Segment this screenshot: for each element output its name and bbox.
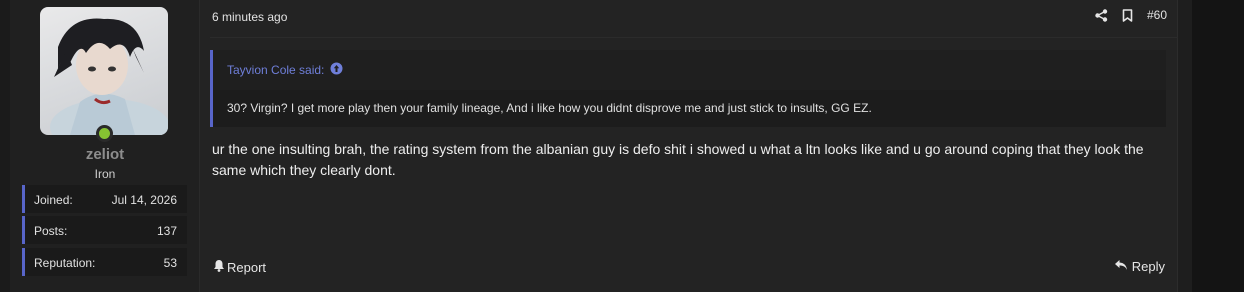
stat-label: Joined:: [34, 193, 73, 207]
user-stat-posts: Posts: 137: [22, 216, 187, 244]
report-button[interactable]: Report: [213, 259, 266, 275]
stat-value: Jul 14, 2026: [111, 193, 177, 207]
arrow-up-circle-icon[interactable]: [330, 62, 343, 78]
quote-block: Tayvion Cole said: 30? Virgin? I get mor…: [210, 50, 1166, 127]
avatar[interactable]: [40, 7, 168, 135]
header-divider: [210, 37, 1178, 38]
post-message: ur the one insulting brah, the rating sy…: [212, 141, 1144, 178]
post-actions: #60: [1095, 8, 1167, 22]
avatar-wrapper: [40, 7, 168, 142]
stat-value: 53: [163, 256, 177, 270]
stat-value: 137: [156, 224, 177, 238]
stat-label: Reputation:: [34, 256, 96, 270]
user-panel: zeliot Iron Joined: Jul 14, 2026 Posts: …: [10, 0, 200, 292]
post-timestamp[interactable]: 6 minutes ago: [212, 10, 287, 24]
stat-label: Posts:: [34, 224, 68, 238]
forum-post: zeliot Iron Joined: Jul 14, 2026 Posts: …: [10, 0, 1178, 292]
quote-text: 30? Virgin? I get more play then your fa…: [227, 101, 872, 115]
right-gutter: [1178, 0, 1192, 292]
post-number-link[interactable]: #60: [1147, 8, 1167, 22]
report-label: Report: [227, 259, 267, 275]
quote-author[interactable]: Tayvion Cole said:: [227, 63, 324, 77]
page: zeliot Iron Joined: Jul 14, 2026 Posts: …: [0, 0, 1244, 292]
reply-arrow-icon: [1114, 259, 1128, 274]
share-icon[interactable]: [1095, 8, 1108, 22]
user-stat-joined: Joined: Jul 14, 2026: [22, 185, 187, 213]
quote-header[interactable]: Tayvion Cole said:: [213, 50, 1166, 90]
user-title: Iron: [94, 167, 116, 181]
user-stat-reputation: Reputation: 53: [22, 248, 187, 276]
bookmark-icon[interactable]: [1122, 8, 1133, 22]
online-status-indicator: [96, 125, 113, 142]
left-gutter: [0, 0, 10, 292]
avatar-illustration: [50, 18, 168, 135]
reply-label: Reply: [1131, 259, 1165, 274]
reply-button[interactable]: Reply: [1114, 259, 1165, 274]
page-margin: [1192, 0, 1244, 292]
username[interactable]: zeliot: [10, 146, 200, 163]
bell-icon: [213, 259, 225, 275]
